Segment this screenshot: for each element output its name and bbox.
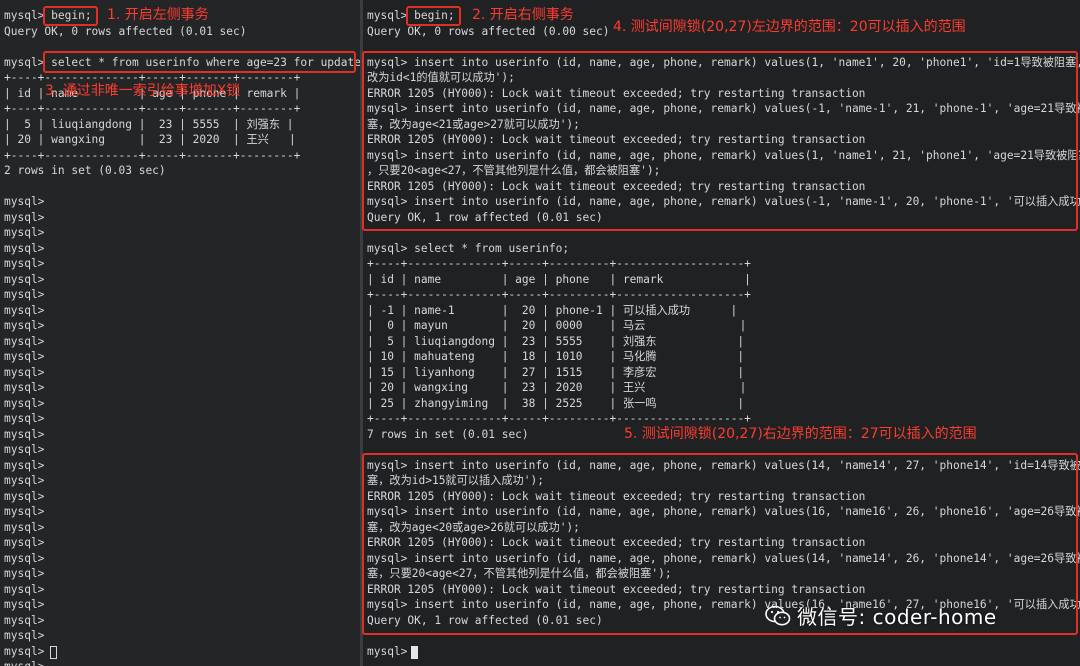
annotation-step-1: 1. 开启左侧事务 [107,7,209,23]
right-terminal-line: +----+--------------+-----+---------+---… [367,257,751,270]
right-terminal-line: +----+--------------+-----+---------+---… [367,288,751,301]
left-terminal-line: mysql> [4,629,45,642]
left-terminal-line: mysql> [4,210,45,224]
right-begin-highlight [406,6,461,26]
left-terminal-line: mysql> [4,257,45,270]
left-terminal-line: mysql> [4,582,45,596]
left-terminal-line: mysql> [4,551,45,565]
left-terminal-line: mysql> [4,520,45,534]
left-terminal-line: mysql> [4,659,44,666]
left-terminal-line: mysql> [4,427,45,441]
left-terminal-line: mysql> [4,381,45,394]
right-terminal-line: | 5 | liuqiangdong | 23 | 5555 | 刘强东 | [367,334,745,348]
left-terminal-line: mysql> [4,412,45,425]
right-terminal-line: | 0 | mayun | 20 | 0000 | 马云 | [367,319,747,332]
left-terminal-line: +----+--------------+-----+-------+-----… [4,148,301,162]
right-terminal-cursor [411,646,418,659]
left-terminal-line: Query OK, 0 rows affected (0.01 sec) [4,24,247,38]
left-terminal-line: mysql> [4,613,45,627]
annotation-step-2: 2. 开启右侧事务 [472,7,574,23]
right-terminal-line: 7 rows in set (0.01 sec) [367,427,529,441]
left-terminal-line: mysql> [4,489,45,503]
left-terminal-line: mysql> [4,443,45,456]
left-terminal-line: mysql> [4,505,45,518]
right-terminal-line: | -1 | name-1 | 20 | phone-1 | 可以插入成功 | [367,303,738,317]
right-terminal-line: | 20 | wangxing | 23 | 2020 | 王兴 | [367,381,747,394]
left-terminal-line: mysql> [4,350,45,363]
left-terminal-line: mysql> [4,396,45,410]
left-terminal-line: | 20 | wangxing | 23 | 2020 | 王兴 | [4,133,296,146]
right-terminal-line: mysql> [367,644,408,658]
left-terminal-line: mysql> [4,272,45,286]
right-terminal-line: | id | name | age | phone | remark | [367,272,751,286]
watermark-text: 微信号: coder-home [797,605,997,629]
right-terminal-line: | 15 | liyanhong | 27 | 1515 | 李彦宏 | [367,365,745,379]
left-terminal-line: mysql> [4,303,45,317]
left-terminal-line: mysql> [4,458,45,472]
left-terminal-line: mysql> [4,474,45,487]
left-terminal-line: +----+--------------+-----+-------+-----… [4,102,301,115]
left-terminal-line: mysql> [4,226,45,239]
left-terminal-line: | 5 | liuqiangdong | 23 | 5555 | 刘强东 | [4,117,294,131]
left-select-highlight [43,51,356,73]
right-terminal-line: mysql> select * from userinfo; [367,241,570,255]
left-terminal-line: mysql> [4,319,45,332]
wechat-icon [765,605,791,625]
annotation-step-4: 4. 测试间隙锁(20,27)左边界的范围：20可以插入的范围 [613,19,966,35]
left-terminal-line: mysql> [4,241,45,255]
left-terminal-line: 2 rows in set (0.03 sec) [4,164,166,177]
left-terminal-line: mysql> [4,334,45,348]
left-terminal-line: mysql> [4,365,45,379]
left-terminal-cursor [50,646,57,659]
right-left-boundary-box [362,51,1078,231]
left-terminal-line: mysql> [4,536,45,549]
watermark: 微信号: coder-home [765,601,997,630]
right-terminal-line: Query OK, 0 rows affected (0.00 sec) [367,24,610,38]
left-terminal-line: mysql> [4,288,45,301]
left-terminal-line: mysql> [4,598,45,611]
right-terminal-line: | 25 | zhangyiming | 38 | 2525 | 张一鸣 | [367,396,745,410]
annotation-step-5: 5. 测试间隙锁(20,27)右边界的范围：27可以插入的范围 [624,426,977,442]
left-terminal-line: mysql> [4,567,45,580]
left-terminal-line: mysql> [4,195,45,208]
left-terminal-line: mysql> [4,644,45,658]
left-begin-highlight [43,6,98,26]
right-terminal-line: | 10 | mahuateng | 18 | 1010 | 马化腾 | [367,350,745,363]
annotation-step-3: 3. 通过非唯一索引给事增加X锁 [45,83,241,99]
